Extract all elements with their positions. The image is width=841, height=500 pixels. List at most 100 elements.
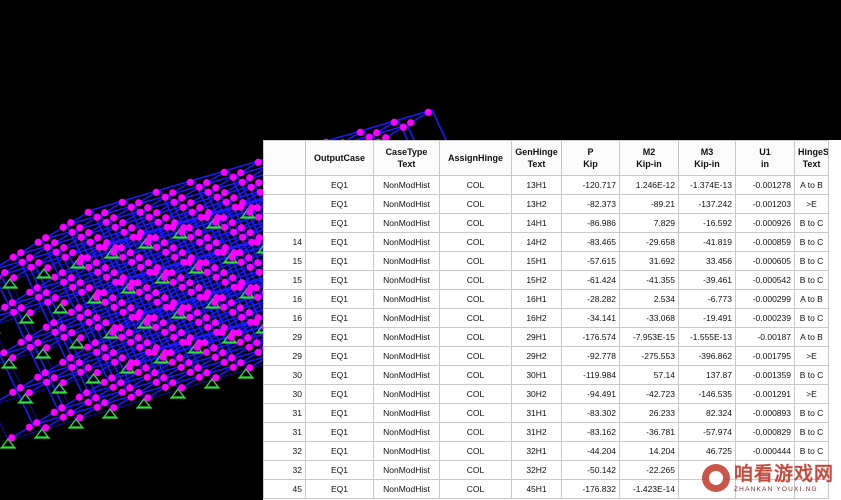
assign-hinge-cell[interactable]: COL [439, 403, 512, 423]
case-type-cell[interactable]: NonModHist [373, 194, 440, 214]
hinge-state-cell[interactable] [794, 460, 829, 480]
frame-cell[interactable]: 30 [263, 365, 306, 385]
case-type-cell[interactable]: NonModHist [373, 460, 440, 480]
frame-cell[interactable]: 30 [263, 384, 306, 404]
column-header-m3[interactable]: M3 Kip-in [678, 140, 736, 176]
m2-cell[interactable]: 1.246E-12 [619, 175, 679, 195]
output-case-cell[interactable]: EQ1 [305, 479, 374, 499]
m3-cell[interactable]: 46.725 [678, 441, 736, 461]
column-header-u1[interactable]: U1 in [735, 140, 795, 176]
u1-cell[interactable]: -0.000893 [735, 403, 795, 423]
case-type-cell[interactable]: NonModHist [373, 232, 440, 252]
output-case-cell[interactable]: EQ1 [305, 441, 374, 461]
u1-cell[interactable]: -0.000829 [735, 422, 795, 442]
u1-cell[interactable]: -0.000299 [735, 289, 795, 309]
hinge-state-cell[interactable]: A to B [794, 327, 829, 347]
hinge-state-cell[interactable]: B to C [794, 270, 829, 290]
gen-hinge-cell[interactable]: 32H1 [511, 441, 562, 461]
output-case-cell[interactable]: EQ1 [305, 327, 374, 347]
case-type-cell[interactable]: NonModHist [373, 213, 440, 233]
case-type-cell[interactable]: NonModHist [373, 289, 440, 309]
assign-hinge-cell[interactable]: COL [439, 365, 512, 385]
assign-hinge-cell[interactable]: COL [439, 441, 512, 461]
p-cell[interactable]: -82.373 [561, 194, 620, 214]
output-case-cell[interactable]: EQ1 [305, 251, 374, 271]
m2-cell[interactable]: -33.068 [619, 308, 679, 328]
output-case-cell[interactable]: EQ1 [305, 213, 374, 233]
m2-cell[interactable]: -22.265 [619, 460, 679, 480]
p-cell[interactable]: -176.832 [561, 479, 620, 499]
m3-cell[interactable]: -16.592 [678, 213, 736, 233]
output-case-cell[interactable]: EQ1 [305, 346, 374, 366]
u1-cell[interactable]: -0.000605 [735, 251, 795, 271]
column-header-gen-hinge[interactable]: GenHinge Text [511, 140, 562, 176]
hinge-state-cell[interactable]: A to B [794, 175, 829, 195]
output-case-cell[interactable]: EQ1 [305, 460, 374, 480]
assign-hinge-cell[interactable]: COL [439, 232, 512, 252]
p-cell[interactable]: -83.465 [561, 232, 620, 252]
p-cell[interactable]: -94.491 [561, 384, 620, 404]
frame-cell[interactable]: 31 [263, 403, 306, 423]
frame-cell[interactable]: 31 [263, 422, 306, 442]
output-case-cell[interactable]: EQ1 [305, 175, 374, 195]
assign-hinge-cell[interactable]: COL [439, 460, 512, 480]
hinge-state-cell[interactable]: B to C [794, 441, 829, 461]
m3-cell[interactable]: -1.555E-13 [678, 327, 736, 347]
hinge-state-cell[interactable]: >E [794, 384, 829, 404]
gen-hinge-cell[interactable]: 30H1 [511, 365, 562, 385]
assign-hinge-cell[interactable]: COL [439, 270, 512, 290]
p-cell[interactable]: -176.574 [561, 327, 620, 347]
p-cell[interactable]: -61.424 [561, 270, 620, 290]
frame-cell[interactable]: 15 [263, 270, 306, 290]
m2-cell[interactable]: 2.534 [619, 289, 679, 309]
hinge-state-cell[interactable]: >E [794, 194, 829, 214]
case-type-cell[interactable]: NonModHist [373, 441, 440, 461]
case-type-cell[interactable]: NonModHist [373, 327, 440, 347]
frame-cell[interactable]: 29 [263, 346, 306, 366]
table-row[interactable]: EQ1 NonModHist COL 13H1 -120.717 1.246E-12 -1.… [263, 175, 829, 195]
gen-hinge-cell[interactable]: 29H1 [511, 327, 562, 347]
table-row[interactable]: 15 EQ1 NonModHist COL 15H2 -61.424 -41.355 -39.… [263, 270, 829, 290]
table-row[interactable]: 29 EQ1 NonModHist COL 29H1 -176.574 -7.953E-15… [263, 327, 829, 347]
gen-hinge-cell[interactable]: 45H1 [511, 479, 562, 499]
u1-cell[interactable]: -0.001291 [735, 384, 795, 404]
assign-hinge-cell[interactable]: COL [439, 251, 512, 271]
m2-cell[interactable]: 57.14 [619, 365, 679, 385]
table-row[interactable]: 31 EQ1 NonModHist COL 31H1 -83.302 26.233 82.32… [263, 403, 829, 423]
case-type-cell[interactable]: NonModHist [373, 346, 440, 366]
p-cell[interactable]: -50.142 [561, 460, 620, 480]
gen-hinge-cell[interactable]: 15H2 [511, 270, 562, 290]
u1-cell[interactable]: -0.001278 [735, 175, 795, 195]
m3-cell[interactable]: 137.87 [678, 365, 736, 385]
gen-hinge-cell[interactable]: 13H2 [511, 194, 562, 214]
gen-hinge-cell[interactable]: 31H1 [511, 403, 562, 423]
u1-cell[interactable]: -0.00187 [735, 327, 795, 347]
case-type-cell[interactable]: NonModHist [373, 422, 440, 442]
p-cell[interactable]: -86.986 [561, 213, 620, 233]
hinge-state-cell[interactable]: B to C [794, 365, 829, 385]
m2-cell[interactable]: -36.781 [619, 422, 679, 442]
p-cell[interactable]: -92.778 [561, 346, 620, 366]
frame-cell[interactable]: 14 [263, 232, 306, 252]
m3-cell[interactable] [678, 479, 736, 499]
column-header-assign-hinge[interactable]: AssignHinge [439, 140, 512, 176]
gen-hinge-cell[interactable]: 13H1 [511, 175, 562, 195]
u1-cell[interactable]: -0.000239 [735, 308, 795, 328]
p-cell[interactable]: -44.204 [561, 441, 620, 461]
output-case-cell[interactable]: EQ1 [305, 289, 374, 309]
table-row[interactable]: 45 EQ1 NonModHist COL 45H1 -176.832 -1.423E-14 [263, 479, 829, 499]
m2-cell[interactable]: -41.355 [619, 270, 679, 290]
p-cell[interactable]: -28.282 [561, 289, 620, 309]
column-header-frame[interactable] [263, 140, 306, 176]
hinge-state-cell[interactable] [794, 479, 829, 499]
hinge-state-cell[interactable]: B to C [794, 213, 829, 233]
p-cell[interactable]: -34.141 [561, 308, 620, 328]
output-case-cell[interactable]: EQ1 [305, 403, 374, 423]
gen-hinge-cell[interactable]: 16H1 [511, 289, 562, 309]
frame-member[interactable] [0, 405, 9, 441]
u1-cell[interactable]: -0.001203 [735, 194, 795, 214]
column-header-p[interactable]: P Kip [561, 140, 620, 176]
frame-cell[interactable]: 32 [263, 460, 306, 480]
assign-hinge-cell[interactable]: COL [439, 346, 512, 366]
table-row[interactable]: 30 EQ1 NonModHist COL 30H2 -94.491 -42.723 -146… [263, 384, 829, 404]
